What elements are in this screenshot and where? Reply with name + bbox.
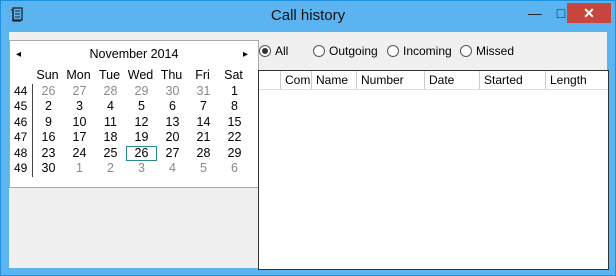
- calendar-day[interactable]: 4: [157, 161, 188, 177]
- filter-missed-radio[interactable]: Missed: [460, 43, 514, 59]
- call-list-table[interactable]: Com Name Number Date Started Length: [258, 70, 609, 270]
- calendar-day[interactable]: 20: [157, 130, 188, 146]
- week-number: 48: [14, 145, 33, 161]
- calendar-day[interactable]: 4: [95, 99, 126, 115]
- calendar-day[interactable]: 23: [33, 146, 64, 162]
- column-header-icon[interactable]: [259, 71, 281, 89]
- minimize-button[interactable]: —: [521, 3, 549, 23]
- filter-label: Incoming: [403, 44, 452, 58]
- calendar-day[interactable]: 18: [95, 130, 126, 146]
- calendar-day[interactable]: 30: [157, 84, 188, 100]
- calendar-week-row: 47 16 17 18 19 20 21 22: [14, 130, 250, 146]
- calendar-day[interactable]: 27: [64, 84, 95, 100]
- weekday-header: Wed: [127, 68, 154, 82]
- weekday-header: Tue: [98, 68, 121, 82]
- calendar-day[interactable]: 27: [157, 146, 188, 162]
- calendar-day[interactable]: 26: [126, 145, 157, 161]
- week-number: 49: [14, 161, 33, 177]
- client-area: ◂ November 2014 ▸ Sun Mon Tue Wed Thu Fri Sat 4…: [9, 32, 609, 270]
- calendar-day[interactable]: 31: [188, 84, 219, 100]
- calendar-day[interactable]: 1: [219, 84, 250, 100]
- calendar-day[interactable]: 2: [95, 161, 126, 177]
- calendar-grid: Sun Mon Tue Wed Thu Fri Sat 44 26 27 28 29 30 31 1 45 2 3…: [14, 68, 250, 177]
- calendar-day[interactable]: 8: [219, 99, 250, 115]
- calendar-day[interactable]: 14: [188, 115, 219, 131]
- calendar-day[interactable]: 28: [188, 146, 219, 162]
- calendar-day[interactable]: 1: [64, 161, 95, 177]
- filter-incoming-radio[interactable]: Incoming: [387, 43, 452, 59]
- call-history-window: Call history — □ ✕ ◂ November 2014 ▸ Sun…: [0, 0, 616, 276]
- calendar-day[interactable]: 22: [219, 130, 250, 146]
- column-header-number[interactable]: Number: [357, 71, 425, 89]
- calendar-day[interactable]: 6: [219, 161, 250, 177]
- calendar-day[interactable]: 10: [64, 115, 95, 131]
- calendar-day[interactable]: 19: [126, 130, 157, 146]
- calendar-day[interactable]: 26: [33, 84, 64, 100]
- calendar-week-row: 49 30 1 2 3 4 5 6: [14, 161, 250, 177]
- calendar-day[interactable]: 25: [95, 146, 126, 162]
- calendar-week-row: 48 23 24 25 26 27 28 29: [14, 145, 250, 162]
- calendar-day[interactable]: 30: [33, 161, 64, 177]
- week-number: 44: [14, 83, 33, 99]
- table-header: Com Name Number Date Started Length: [259, 71, 608, 90]
- week-number: 47: [14, 130, 33, 146]
- calendar-day[interactable]: 11: [95, 115, 126, 131]
- calendar-day[interactable]: 6: [157, 99, 188, 115]
- weekday-header: Sun: [36, 68, 59, 82]
- column-header-length[interactable]: Length: [546, 71, 606, 89]
- radio-indicator: [259, 45, 271, 57]
- calendar-day[interactable]: 3: [126, 161, 157, 177]
- radio-indicator: [460, 45, 472, 57]
- calendar-day[interactable]: 9: [33, 115, 64, 131]
- calendar-day[interactable]: 21: [188, 130, 219, 146]
- calendar-day[interactable]: 29: [219, 146, 250, 162]
- calendar-day[interactable]: 16: [33, 130, 64, 146]
- calendar-day[interactable]: 3: [64, 99, 95, 115]
- calendar-day[interactable]: 7: [188, 99, 219, 115]
- filter-label: All: [275, 44, 289, 58]
- weekday-header: Fri: [195, 68, 210, 82]
- calendar-day[interactable]: 15: [219, 115, 250, 131]
- week-number: 45: [14, 99, 33, 115]
- weekday-header-row: Sun Mon Tue Wed Thu Fri Sat: [14, 68, 250, 84]
- filter-label: Outgoing: [329, 44, 378, 58]
- calendar-day[interactable]: 5: [188, 161, 219, 177]
- calendar-day[interactable]: 24: [64, 146, 95, 162]
- radio-indicator: [387, 45, 399, 57]
- weekday-header: Mon: [66, 68, 91, 82]
- calendar-day[interactable]: 12: [126, 115, 157, 131]
- radio-indicator: [313, 45, 325, 57]
- weekday-header: Sat: [224, 68, 243, 82]
- calendar-day[interactable]: 2: [33, 99, 64, 115]
- week-number-header: [14, 68, 32, 84]
- column-header-com[interactable]: Com: [281, 71, 312, 89]
- column-header-started[interactable]: Started: [480, 71, 546, 89]
- filter-outgoing-radio[interactable]: Outgoing: [313, 43, 378, 59]
- next-month-button[interactable]: ▸: [243, 49, 248, 60]
- calendar-week-row: 45 2 3 4 5 6 7 8: [14, 99, 250, 115]
- week-number: 46: [14, 114, 33, 130]
- close-button[interactable]: ✕: [567, 3, 611, 23]
- calendar-day[interactable]: 28: [95, 84, 126, 100]
- calendar-month-label[interactable]: November 2014: [10, 47, 258, 61]
- calendar-day[interactable]: 5: [126, 99, 157, 115]
- calendar-day[interactable]: 17: [64, 130, 95, 146]
- month-calendar[interactable]: ◂ November 2014 ▸ Sun Mon Tue Wed Thu Fri Sat 4…: [9, 40, 259, 188]
- column-header-name[interactable]: Name: [312, 71, 357, 89]
- filter-all-radio[interactable]: All: [259, 43, 288, 59]
- column-header-date[interactable]: Date: [425, 71, 480, 89]
- calendar-week-row: 44 26 27 28 29 30 31 1: [14, 83, 250, 100]
- calendar-week-row: 46 9 10 11 12 13 14 15: [14, 114, 250, 131]
- filter-label: Missed: [476, 44, 515, 58]
- calendar-day[interactable]: 29: [126, 84, 157, 100]
- title-bar[interactable]: Call history — □ ✕: [1, 1, 615, 31]
- weekday-header: Thu: [160, 68, 183, 82]
- calendar-day[interactable]: 13: [157, 115, 188, 131]
